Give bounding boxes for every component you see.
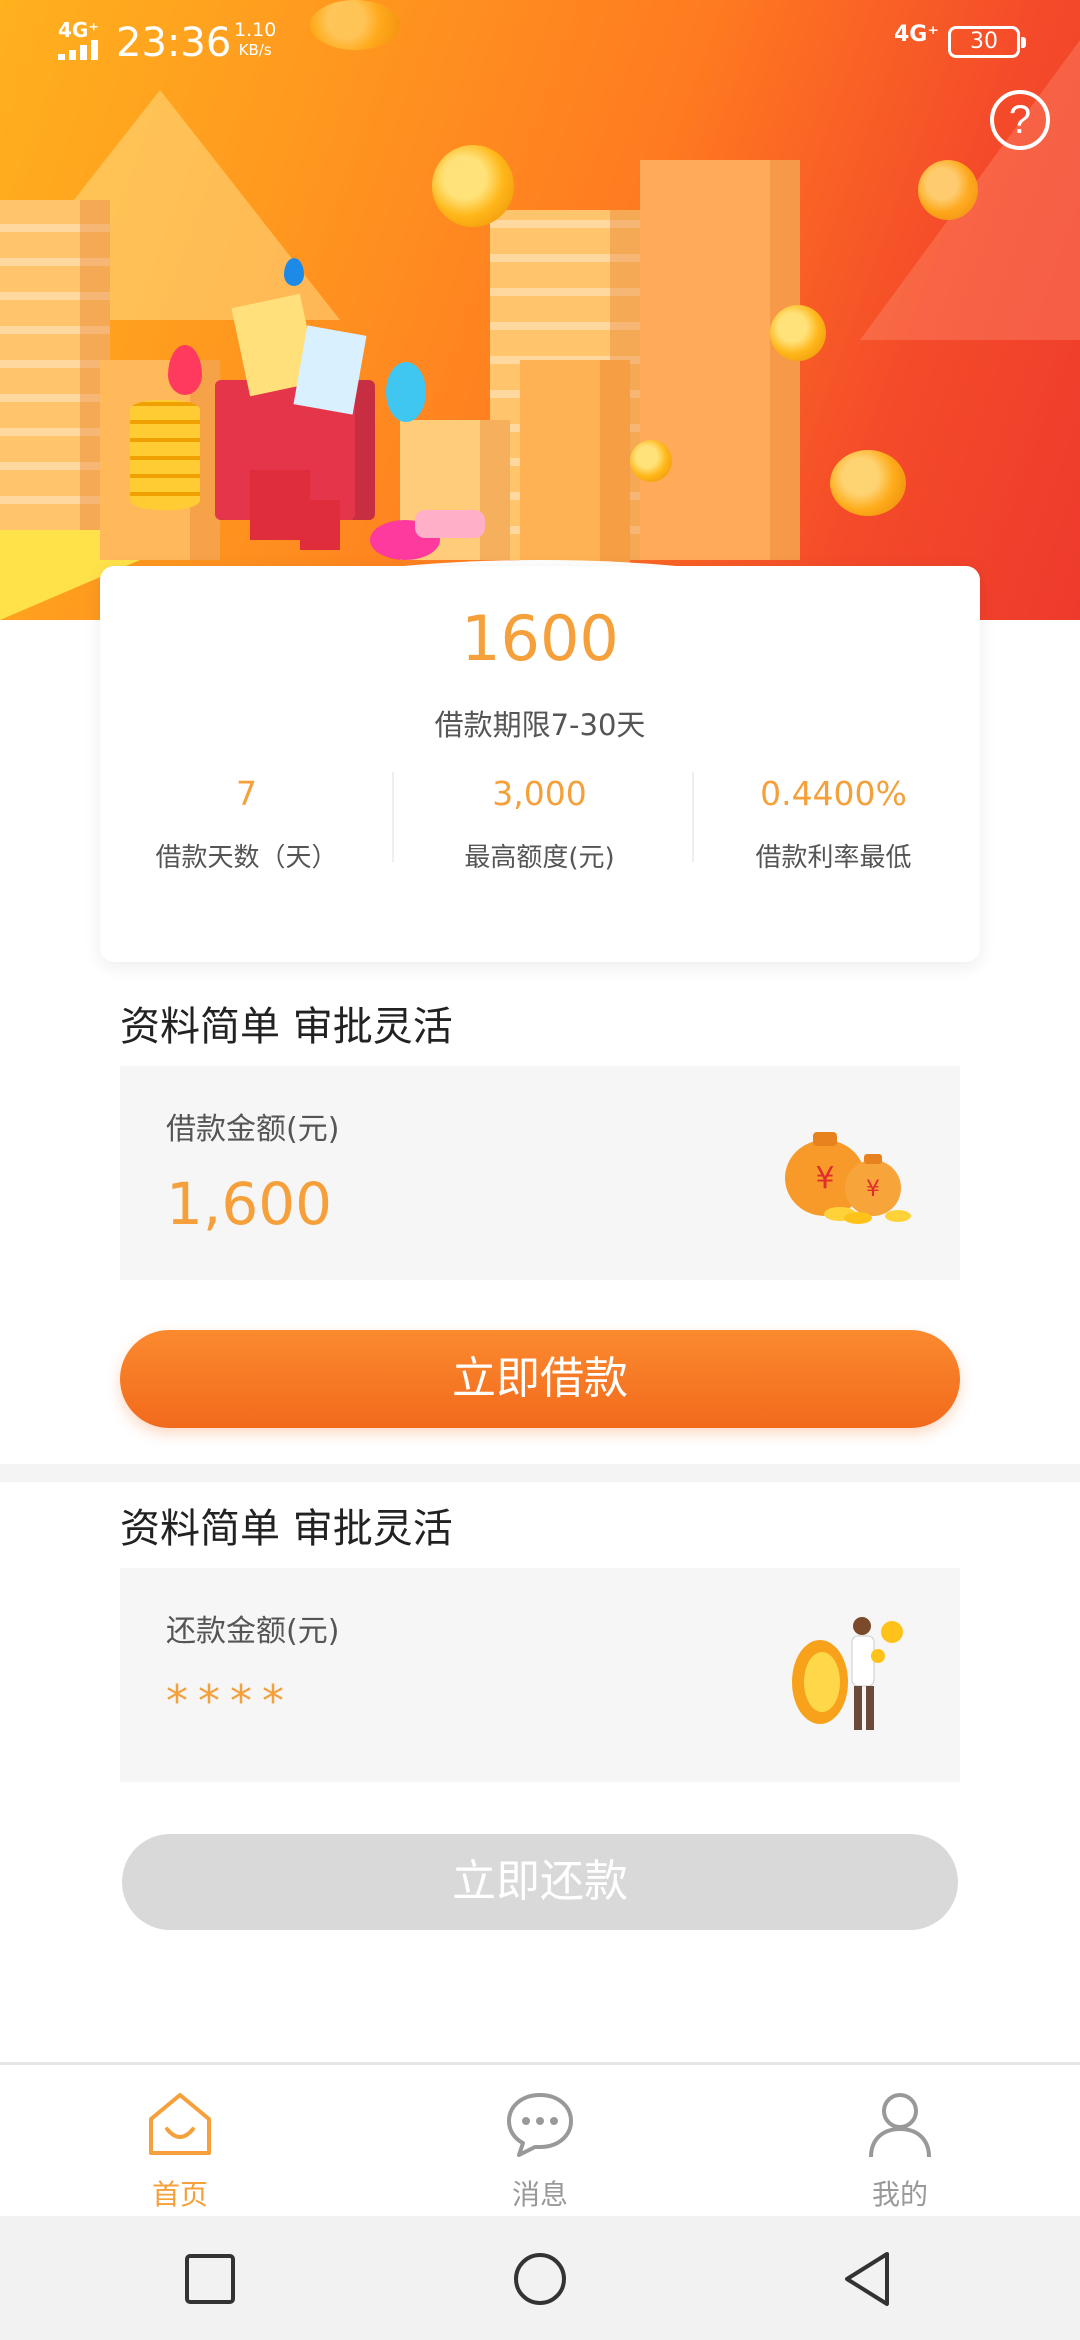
recent-apps-button[interactable] bbox=[177, 2246, 243, 2312]
tab-home[interactable]: 首页 bbox=[80, 2065, 280, 2219]
loan-amount: 1600 bbox=[461, 602, 619, 675]
network-speed-value: 1.10 bbox=[234, 19, 277, 41]
building bbox=[640, 160, 800, 560]
question-circle-icon: ? bbox=[1008, 98, 1032, 142]
bottom-tab-bar: 首页 消息 我的 bbox=[0, 2062, 1080, 2216]
stat-value: 0.4400% bbox=[760, 774, 907, 813]
coin-man-icon bbox=[792, 1617, 903, 1730]
stat-label: 最高额度(元) bbox=[464, 843, 615, 873]
balloon-red bbox=[168, 345, 202, 395]
network-speed: 1.10 KB/s bbox=[234, 20, 276, 60]
stat-max-limit: 3,000 最高额度(元) bbox=[393, 774, 686, 874]
svg-text:¥: ¥ bbox=[866, 1177, 880, 1202]
stat-value: 3,000 bbox=[492, 774, 587, 813]
repay-amount-label: 还款金额(元) bbox=[166, 1614, 340, 1649]
borrow-amount-panel[interactable]: 借款金额(元) 1,600 ¥ ¥ bbox=[120, 1066, 960, 1280]
stat-value: 7 bbox=[236, 774, 257, 813]
clock: 23:36 bbox=[116, 20, 232, 66]
loan-term: 借款期限7-30天 bbox=[434, 708, 646, 742]
tab-messages-label: 消息 bbox=[511, 2178, 568, 2211]
person-icon bbox=[869, 2093, 931, 2158]
home-icon bbox=[149, 2093, 211, 2155]
hero-banner bbox=[0, 0, 1080, 620]
balloon-blue bbox=[284, 258, 304, 286]
borrow-now-button[interactable]: 立即借款 bbox=[120, 1330, 960, 1428]
stat-label: 借款天数（天） bbox=[155, 843, 338, 873]
building bbox=[520, 360, 630, 580]
tab-home-label: 首页 bbox=[151, 2178, 208, 2211]
back-button[interactable] bbox=[835, 2246, 901, 2312]
loan-summary-card: 1600 借款期限7-30天 7 借款天数（天） 3,000 最高额度(元) 0… bbox=[100, 566, 980, 962]
tab-profile-label: 我的 bbox=[871, 2178, 928, 2211]
repay-amount-panel[interactable]: 还款金额(元) **** bbox=[120, 1568, 960, 1782]
repay-section-title: 资料简单 审批灵活 bbox=[120, 1506, 453, 1552]
battery-level: 30 bbox=[970, 29, 998, 54]
building bbox=[0, 200, 110, 530]
borrow-amount-label: 借款金额(元) bbox=[166, 1112, 340, 1147]
borrow-amount-value: 1,600 bbox=[166, 1170, 333, 1238]
network-speed-unit: KB/s bbox=[238, 41, 272, 59]
signal-icon bbox=[58, 40, 106, 60]
stat-loan-days: 7 借款天数（天） bbox=[100, 774, 393, 874]
red-envelope bbox=[300, 500, 340, 550]
network-type-right: 4G⁺ bbox=[894, 22, 939, 47]
battery-icon: 30 bbox=[948, 26, 1026, 58]
status-bar: 4G⁺ 23:36 1.10 KB/s 4G⁺ 30 bbox=[0, 0, 1080, 80]
coin bbox=[918, 160, 978, 220]
coin bbox=[770, 305, 826, 361]
tab-messages[interactable]: 消息 bbox=[440, 2065, 640, 2219]
tab-profile[interactable]: 我的 bbox=[800, 2065, 1000, 2219]
svg-text:¥: ¥ bbox=[815, 1161, 834, 1196]
coin bbox=[630, 440, 672, 482]
borrow-section-title: 资料简单 审批灵活 bbox=[120, 1004, 453, 1050]
balloon-blue bbox=[386, 362, 426, 422]
repay-now-button[interactable]: 立即还款 bbox=[122, 1834, 958, 1930]
coin bbox=[432, 145, 514, 227]
stat-label: 借款利率最低 bbox=[755, 843, 912, 873]
message-icon bbox=[507, 2093, 573, 2157]
toy-car bbox=[415, 510, 485, 538]
network-type-left: 4G⁺ bbox=[58, 18, 99, 42]
system-nav-bar bbox=[0, 2216, 1080, 2340]
stat-interest-rate: 0.4400% 借款利率最低 bbox=[687, 774, 980, 874]
section-separator bbox=[0, 1464, 1080, 1482]
coin bbox=[830, 450, 906, 516]
repay-amount-value: **** bbox=[166, 1676, 294, 1727]
home-button[interactable] bbox=[507, 2246, 573, 2312]
help-button[interactable]: ? bbox=[990, 90, 1050, 150]
money-bags-icon: ¥ ¥ bbox=[785, 1132, 911, 1224]
coin-stack bbox=[130, 400, 200, 510]
